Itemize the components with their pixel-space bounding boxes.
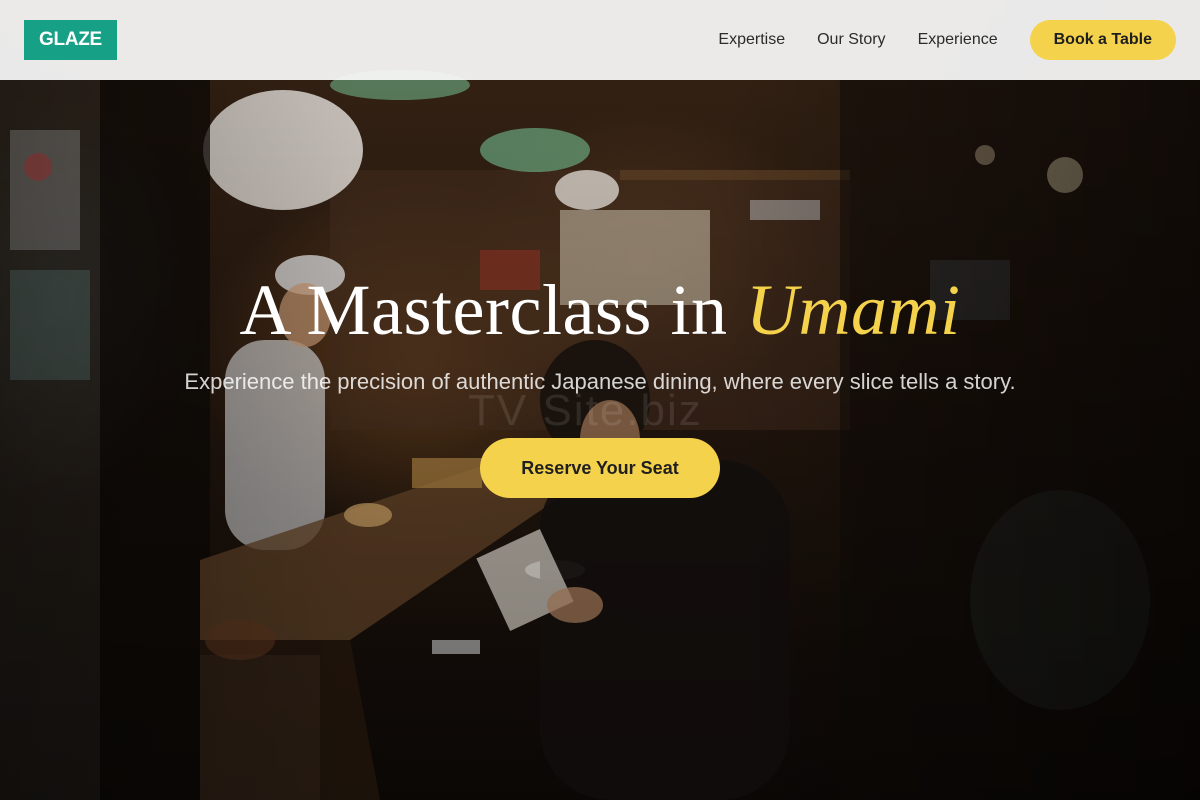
hero-title: A Masterclass in Umami	[0, 268, 1200, 352]
nav-link-our-story[interactable]: Our Story	[817, 31, 885, 49]
nav-link-experience[interactable]: Experience	[918, 31, 998, 49]
brand-logo[interactable]: GLAZE	[24, 20, 117, 60]
hero-title-main: A Masterclass in	[239, 270, 728, 350]
site-header: GLAZE Expertise Our Story Experience Boo…	[0, 0, 1200, 80]
nav-link-expertise[interactable]: Expertise	[718, 31, 785, 49]
book-table-button[interactable]: Book a Table	[1029, 20, 1176, 60]
landing-page: TV Site.biz GLAZE Expertise Our Story Ex…	[0, 0, 1200, 800]
hero-section: A Masterclass in Umami Experience the pr…	[0, 268, 1200, 498]
hero-title-accent: Umami	[745, 270, 961, 350]
hero-subtitle: Experience the precision of authentic Ja…	[184, 369, 1016, 394]
main-nav: Expertise Our Story Experience Book a Ta…	[718, 20, 1176, 60]
reserve-seat-button[interactable]: Reserve Your Seat	[480, 438, 720, 498]
